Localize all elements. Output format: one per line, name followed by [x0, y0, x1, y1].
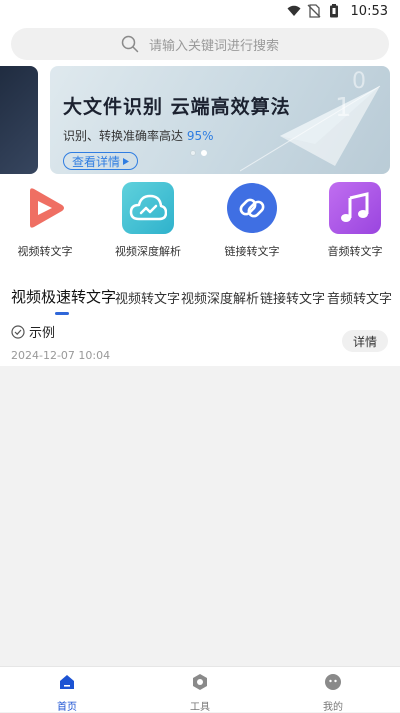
banner-carousel[interactable]: 1 0 大文件识别 云端高效算法 识别、转换准确率高达 95% 查看详情	[0, 66, 400, 174]
tool-label: 音频转文字	[327, 245, 383, 258]
deco-number-1: 1	[335, 93, 352, 123]
status-bar: 10:53	[0, 0, 400, 22]
tool-audio-to-text[interactable]: 音频转文字	[310, 182, 400, 259]
play-icon	[30, 188, 64, 228]
home-icon	[60, 675, 74, 689]
tab-link-to-text[interactable]: 链接转文字	[260, 288, 325, 307]
link-icon	[227, 183, 277, 233]
music-note-icon	[341, 192, 369, 222]
profile-icon	[325, 674, 341, 690]
detail-button[interactable]: 详情	[342, 330, 388, 352]
video-analysis-icon-tile	[122, 182, 174, 234]
bottom-navigation: 首页 工具 我的	[0, 666, 400, 713]
header-area: 请输入关键词进行搜索 1 0 大文件识别 云端高效算法 识别、转换准确率高达 9…	[0, 22, 400, 366]
example-item[interactable]: 示例 2024-12-07 10:04	[11, 322, 110, 362]
paper-plane-decoration: 1 0	[240, 69, 381, 172]
carousel-dot-active[interactable]	[201, 150, 207, 156]
search-bar[interactable]: 请输入关键词进行搜索	[11, 28, 389, 60]
banner-slide[interactable]: 1 0 大文件识别 云端高效算法 识别、转换准确率高达 95% 查看详情	[50, 66, 390, 174]
cloud-icon	[129, 194, 167, 221]
tab-video-deep-analysis[interactable]: 视频深度解析	[181, 288, 259, 307]
tools-grid: 视频转文字 视频深度解析 链接转文字 音频转文字	[0, 182, 400, 262]
nav-home-label: 首页	[57, 702, 77, 713]
no-sim-icon	[307, 4, 320, 18]
banner-subtitle: 识别、转换准确率高达 95%	[63, 127, 214, 144]
tab-video-to-text[interactable]: 视频转文字	[115, 288, 180, 307]
nav-profile[interactable]: 我的	[303, 673, 363, 713]
tool-label: 视频转文字	[17, 245, 73, 258]
deco-number-0: 0	[352, 69, 366, 94]
wifi-icon	[287, 5, 301, 16]
example-title: 示例	[29, 326, 56, 341]
tool-label: 链接转文字	[224, 245, 280, 258]
banner-headline: 大文件识别 云端高效算法	[63, 96, 291, 118]
tool-video-deep-analysis[interactable]: 视频深度解析	[103, 182, 193, 259]
carousel-dot[interactable]	[190, 150, 196, 156]
link-to-text-icon-tile	[226, 182, 278, 234]
banner-subtitle-percent: 95%	[186, 129, 214, 143]
tool-video-to-text[interactable]: 视频转文字	[0, 182, 90, 259]
view-details-label: 查看详情	[72, 154, 121, 169]
example-date: 2024-12-07 10:04	[11, 349, 111, 362]
banner-previous-slide[interactable]	[0, 66, 38, 174]
view-details-button[interactable]: 查看详情	[63, 152, 139, 170]
tool-link-to-text[interactable]: 链接转文字	[207, 182, 297, 259]
nav-tools[interactable]: 工具	[170, 673, 230, 713]
example-title-row: 示例	[11, 322, 110, 341]
tab-video-fast-to-text[interactable]: 视频极速转文字	[11, 286, 116, 307]
search-icon	[121, 35, 139, 53]
carousel-indicator	[190, 150, 207, 156]
audio-to-text-icon-tile	[329, 182, 381, 234]
nav-tools-label: 工具	[190, 702, 210, 713]
tab-audio-to-text[interactable]: 音频转文字	[327, 288, 392, 307]
nav-home[interactable]: 首页	[37, 673, 97, 713]
search-placeholder: 请输入关键词进行搜索	[148, 38, 279, 54]
active-tab-indicator	[55, 312, 69, 315]
check-circle-icon	[11, 324, 25, 339]
video-to-text-icon-tile	[19, 182, 71, 234]
tool-icon	[193, 674, 207, 690]
status-time: 10:53	[350, 3, 388, 19]
nav-profile-label: 我的	[323, 702, 343, 713]
battery-icon	[329, 4, 338, 18]
banner-subtitle-text: 识别、转换准确率高达	[63, 129, 187, 143]
tool-label: 视频深度解析	[115, 245, 181, 258]
play-triangle-icon	[123, 157, 130, 165]
